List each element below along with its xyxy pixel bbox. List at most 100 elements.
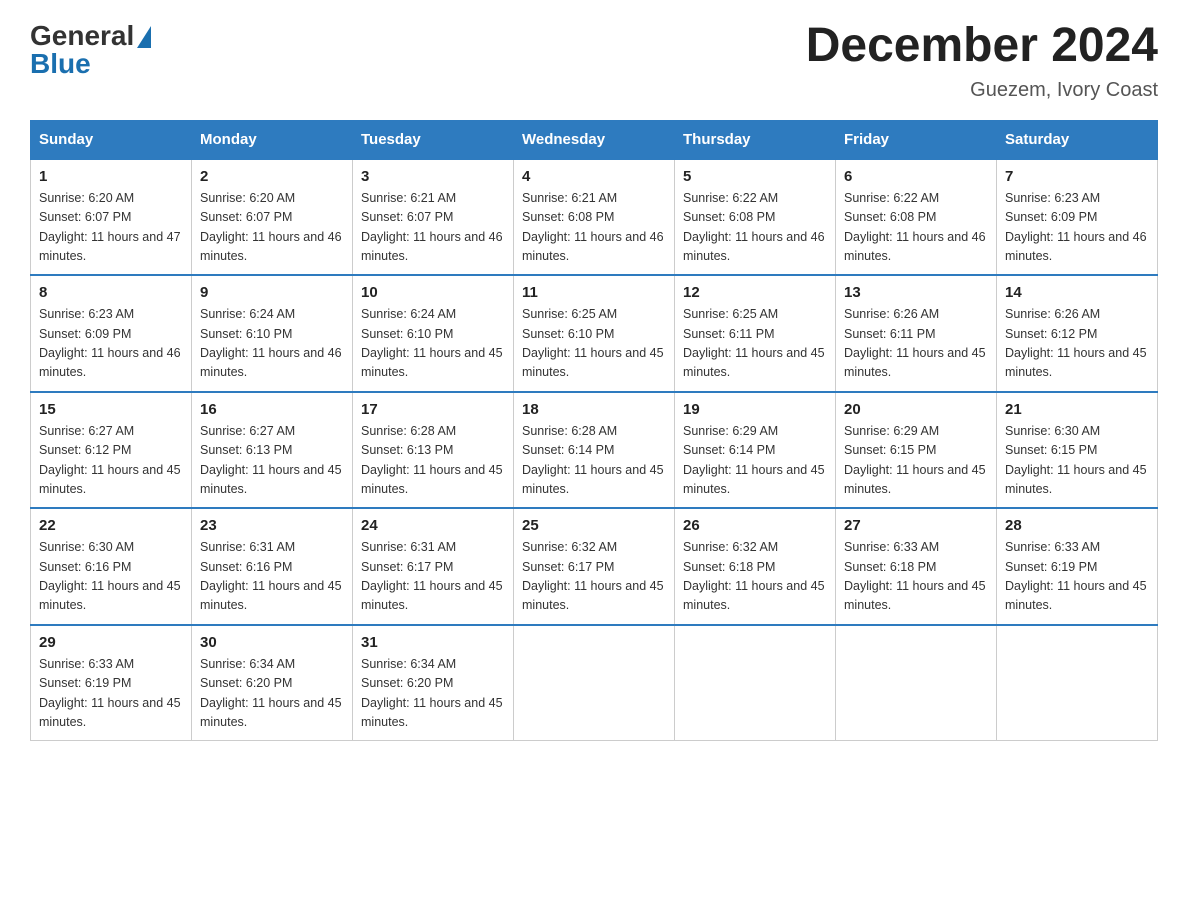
day-number: 13 (844, 284, 988, 301)
day-number: 25 (522, 517, 666, 534)
calendar-table: SundayMondayTuesdayWednesdayThursdayFrid… (30, 120, 1158, 742)
calendar-day-cell (514, 625, 675, 741)
title-section: December 2024 Guezem, Ivory Coast (806, 20, 1158, 102)
day-info: Sunrise: 6:26 AMSunset: 6:12 PMDaylight:… (1005, 305, 1149, 383)
day-number: 5 (683, 168, 827, 185)
calendar-day-cell: 31 Sunrise: 6:34 AMSunset: 6:20 PMDayligh… (353, 625, 514, 741)
calendar-day-cell: 26 Sunrise: 6:32 AMSunset: 6:18 PMDayligh… (675, 508, 836, 625)
day-info: Sunrise: 6:28 AMSunset: 6:13 PMDaylight:… (361, 422, 505, 500)
calendar-day-cell: 8Sunrise: 6:23 AMSunset: 6:09 PMDaylight… (31, 275, 192, 392)
day-info: Sunrise: 6:31 AMSunset: 6:17 PMDaylight:… (361, 538, 505, 616)
calendar-day-cell (997, 625, 1158, 741)
day-number: 16 (200, 401, 344, 418)
calendar-day-cell: 29 Sunrise: 6:33 AMSunset: 6:19 PMDayligh… (31, 625, 192, 741)
calendar-week-row: 15Sunrise: 6:27 AMSunset: 6:12 PMDayligh… (31, 392, 1158, 509)
day-number: 2 (200, 168, 344, 185)
day-number: 6 (844, 168, 988, 185)
day-info: Sunrise: 6:30 AMSunset: 6:16 PMDaylight:… (39, 538, 183, 616)
column-header-monday: Monday (192, 120, 353, 159)
day-info: Sunrise: 6:29 AMSunset: 6:15 PMDaylight:… (844, 422, 988, 500)
calendar-day-cell: 16 Sunrise: 6:27 AMSunset: 6:13 PMDayligh… (192, 392, 353, 509)
day-info: Sunrise: 6:30 AMSunset: 6:15 PMDaylight:… (1005, 422, 1149, 500)
day-info: Sunrise: 6:21 AMSunset: 6:07 PMDaylight:… (361, 189, 505, 267)
logo-blue-text: Blue (30, 48, 91, 80)
calendar-day-cell: 15Sunrise: 6:27 AMSunset: 6:12 PMDayligh… (31, 392, 192, 509)
day-number: 22 (39, 517, 183, 534)
calendar-day-cell: 25 Sunrise: 6:32 AMSunset: 6:17 PMDayligh… (514, 508, 675, 625)
calendar-day-cell: 10Sunrise: 6:24 AMSunset: 6:10 PMDayligh… (353, 275, 514, 392)
day-number: 9 (200, 284, 344, 301)
day-info: Sunrise: 6:34 AMSunset: 6:20 PMDaylight:… (361, 655, 505, 733)
day-info: Sunrise: 6:32 AMSunset: 6:18 PMDaylight:… (683, 538, 827, 616)
logo: General Blue (30, 20, 151, 80)
day-info: Sunrise: 6:23 AMSunset: 6:09 PMDaylight:… (1005, 189, 1149, 267)
day-number: 10 (361, 284, 505, 301)
day-info: Sunrise: 6:33 AMSunset: 6:19 PMDaylight:… (39, 655, 183, 733)
calendar-header-row: SundayMondayTuesdayWednesdayThursdayFrid… (31, 120, 1158, 159)
calendar-day-cell (675, 625, 836, 741)
calendar-day-cell: 1Sunrise: 6:20 AMSunset: 6:07 PMDaylight… (31, 159, 192, 276)
calendar-day-cell: 3 Sunrise: 6:21 AMSunset: 6:07 PMDaylight… (353, 159, 514, 276)
day-number: 11 (522, 284, 666, 301)
calendar-day-cell: 23 Sunrise: 6:31 AMSunset: 6:16 PMDayligh… (192, 508, 353, 625)
calendar-day-cell: 9 Sunrise: 6:24 AMSunset: 6:10 PMDaylight… (192, 275, 353, 392)
day-info: Sunrise: 6:22 AMSunset: 6:08 PMDaylight:… (844, 189, 988, 267)
calendar-day-cell: 13 Sunrise: 6:26 AMSunset: 6:11 PMDayligh… (836, 275, 997, 392)
calendar-day-cell: 12Sunrise: 6:25 AMSunset: 6:11 PMDayligh… (675, 275, 836, 392)
day-info: Sunrise: 6:28 AMSunset: 6:14 PMDaylight:… (522, 422, 666, 500)
day-info: Sunrise: 6:33 AMSunset: 6:18 PMDaylight:… (844, 538, 988, 616)
day-number: 3 (361, 168, 505, 185)
calendar-day-cell: 30 Sunrise: 6:34 AMSunset: 6:20 PMDayligh… (192, 625, 353, 741)
day-number: 29 (39, 634, 183, 651)
calendar-day-cell: 2 Sunrise: 6:20 AMSunset: 6:07 PMDaylight… (192, 159, 353, 276)
day-info: Sunrise: 6:25 AMSunset: 6:10 PMDaylight:… (522, 305, 666, 383)
location-text: Guezem, Ivory Coast (806, 79, 1158, 102)
day-info: Sunrise: 6:32 AMSunset: 6:17 PMDaylight:… (522, 538, 666, 616)
calendar-week-row: 29 Sunrise: 6:33 AMSunset: 6:19 PMDayligh… (31, 625, 1158, 741)
day-number: 4 (522, 168, 666, 185)
day-number: 20 (844, 401, 988, 418)
calendar-day-cell: 6 Sunrise: 6:22 AMSunset: 6:08 PMDaylight… (836, 159, 997, 276)
day-info: Sunrise: 6:23 AMSunset: 6:09 PMDaylight:… (39, 305, 183, 383)
calendar-day-cell: 11 Sunrise: 6:25 AMSunset: 6:10 PMDayligh… (514, 275, 675, 392)
day-number: 27 (844, 517, 988, 534)
day-number: 31 (361, 634, 505, 651)
calendar-day-cell: 17 Sunrise: 6:28 AMSunset: 6:13 PMDayligh… (353, 392, 514, 509)
day-number: 26 (683, 517, 827, 534)
day-number: 7 (1005, 168, 1149, 185)
day-number: 12 (683, 284, 827, 301)
day-number: 19 (683, 401, 827, 418)
day-number: 17 (361, 401, 505, 418)
day-number: 23 (200, 517, 344, 534)
calendar-day-cell: 27 Sunrise: 6:33 AMSunset: 6:18 PMDayligh… (836, 508, 997, 625)
calendar-day-cell: 28 Sunrise: 6:33 AMSunset: 6:19 PMDayligh… (997, 508, 1158, 625)
day-info: Sunrise: 6:26 AMSunset: 6:11 PMDaylight:… (844, 305, 988, 383)
day-number: 1 (39, 168, 183, 185)
month-title: December 2024 (806, 20, 1158, 73)
day-info: Sunrise: 6:31 AMSunset: 6:16 PMDaylight:… (200, 538, 344, 616)
calendar-week-row: 8Sunrise: 6:23 AMSunset: 6:09 PMDaylight… (31, 275, 1158, 392)
calendar-week-row: 22 Sunrise: 6:30 AMSunset: 6:16 PMDayligh… (31, 508, 1158, 625)
day-info: Sunrise: 6:21 AMSunset: 6:08 PMDaylight:… (522, 189, 666, 267)
logo-triangle-icon (137, 26, 151, 48)
column-header-saturday: Saturday (997, 120, 1158, 159)
day-number: 21 (1005, 401, 1149, 418)
page-header: General Blue December 2024 Guezem, Ivory… (30, 20, 1158, 102)
day-number: 18 (522, 401, 666, 418)
day-info: Sunrise: 6:33 AMSunset: 6:19 PMDaylight:… (1005, 538, 1149, 616)
day-number: 28 (1005, 517, 1149, 534)
column-header-tuesday: Tuesday (353, 120, 514, 159)
day-info: Sunrise: 6:27 AMSunset: 6:13 PMDaylight:… (200, 422, 344, 500)
calendar-day-cell: 20 Sunrise: 6:29 AMSunset: 6:15 PMDayligh… (836, 392, 997, 509)
day-info: Sunrise: 6:22 AMSunset: 6:08 PMDaylight:… (683, 189, 827, 267)
day-info: Sunrise: 6:20 AMSunset: 6:07 PMDaylight:… (200, 189, 344, 267)
column-header-friday: Friday (836, 120, 997, 159)
day-number: 14 (1005, 284, 1149, 301)
day-number: 30 (200, 634, 344, 651)
day-info: Sunrise: 6:24 AMSunset: 6:10 PMDaylight:… (200, 305, 344, 383)
day-info: Sunrise: 6:34 AMSunset: 6:20 PMDaylight:… (200, 655, 344, 733)
calendar-day-cell: 7 Sunrise: 6:23 AMSunset: 6:09 PMDaylight… (997, 159, 1158, 276)
day-number: 24 (361, 517, 505, 534)
day-info: Sunrise: 6:27 AMSunset: 6:12 PMDaylight:… (39, 422, 183, 500)
calendar-day-cell: 19Sunrise: 6:29 AMSunset: 6:14 PMDayligh… (675, 392, 836, 509)
